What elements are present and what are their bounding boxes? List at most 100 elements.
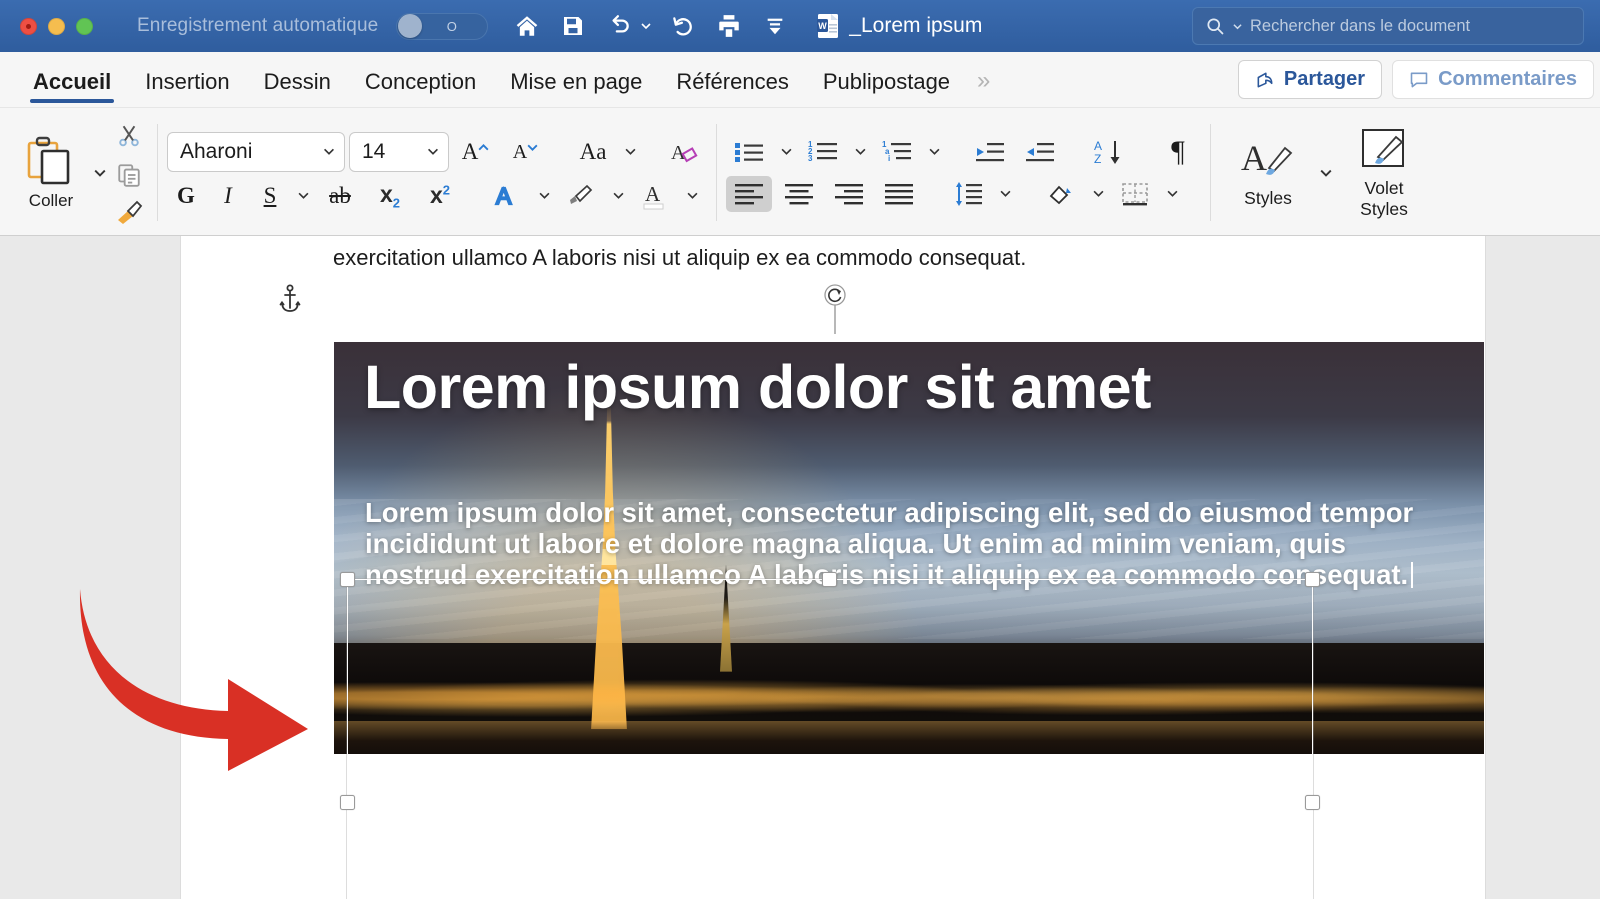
document-title: _Lorem ipsum (849, 14, 982, 38)
tab-mise-en-page[interactable]: Mise en page (493, 69, 659, 107)
autosave-toggle-state: O (422, 19, 487, 34)
borders-dropdown-icon[interactable] (1162, 177, 1182, 211)
bullets-dropdown-icon[interactable] (776, 135, 796, 169)
underline-button[interactable]: S (251, 178, 289, 214)
comment-icon (1409, 70, 1429, 90)
change-case-dropdown-icon[interactable] (620, 135, 640, 169)
home-icon[interactable] (512, 11, 542, 41)
document-page[interactable]: exercitation ullamco A laboris nisi ut a… (181, 236, 1485, 899)
undo-icon[interactable] (604, 11, 634, 41)
subscript-button[interactable]: x2 (367, 178, 413, 214)
decrease-indent-button[interactable] (967, 134, 1013, 170)
close-window-button[interactable] (20, 18, 37, 35)
align-center-button[interactable] (776, 176, 822, 212)
grow-font-button[interactable]: A (453, 134, 499, 170)
formatting-marks-button[interactable]: ¶ (1155, 134, 1201, 170)
superscript-button[interactable]: x2 (417, 178, 463, 214)
paste-label: Coller (29, 191, 73, 211)
styles-button[interactable]: A Styles (1220, 136, 1316, 208)
clear-formatting-icon: A (669, 138, 699, 166)
increase-indent-button[interactable] (1017, 134, 1063, 170)
line-spacing-icon (952, 181, 984, 207)
align-right-button[interactable] (826, 176, 872, 212)
search-input[interactable]: Rechercher dans le document (1250, 17, 1470, 36)
share-icon (1255, 70, 1275, 90)
tab-publipostage[interactable]: Publipostage (806, 69, 967, 107)
text-effects-dropdown-icon[interactable] (534, 179, 554, 213)
svg-text:A: A (645, 182, 661, 206)
tab-insertion[interactable]: Insertion (128, 69, 246, 107)
photo-bridge (334, 721, 1484, 754)
group-separator-2 (716, 124, 717, 221)
borders-button[interactable] (1112, 176, 1158, 212)
font-family-select[interactable]: Aharoni (167, 132, 345, 172)
customize-toolbar-icon[interactable] (760, 11, 790, 41)
underline-dropdown-icon[interactable] (293, 179, 313, 213)
text-cursor (1411, 562, 1413, 588)
line-spacing-dropdown-icon[interactable] (995, 177, 1015, 211)
document-image[interactable]: Lorem ipsum dolor sit amet Lorem ipsum d… (334, 342, 1484, 754)
multilevel-dropdown-icon[interactable] (924, 135, 944, 169)
styles-icon: A (1239, 136, 1297, 186)
bullets-button[interactable] (726, 134, 772, 170)
numbering-button[interactable]: 1 2 3 (800, 134, 846, 170)
paste-dropdown-icon[interactable] (90, 114, 110, 231)
search-scope-chevron-down-icon[interactable] (1232, 22, 1243, 31)
cut-button[interactable] (110, 118, 148, 154)
search-box[interactable]: Rechercher dans le document (1192, 7, 1584, 45)
highlight-dropdown-icon[interactable] (608, 179, 628, 213)
image-body-span: Lorem ipsum dolor sit amet, consectetur … (365, 497, 1413, 590)
tab-references[interactable]: Références (659, 69, 806, 107)
shrink-font-label: A (513, 142, 527, 162)
minimize-window-button[interactable] (48, 18, 65, 35)
numbering-dropdown-icon[interactable] (850, 135, 870, 169)
share-button[interactable]: Partager (1238, 60, 1382, 99)
chevron-down-icon (426, 146, 440, 157)
text-effects-button[interactable]: A (484, 178, 530, 214)
align-center-icon (783, 181, 815, 207)
font-color-button[interactable]: A (632, 178, 678, 214)
styles-pane-label-line2: Styles (1360, 199, 1408, 219)
svg-text:A: A (1094, 139, 1102, 153)
align-left-button[interactable] (726, 176, 772, 212)
tab-accueil[interactable]: Accueil (16, 69, 128, 107)
document-paragraph[interactable]: exercitation ullamco A laboris nisi ut a… (333, 245, 1026, 271)
highlight-button[interactable] (558, 178, 604, 214)
sort-button[interactable]: A Z (1086, 134, 1132, 170)
undo-dropdown-icon[interactable] (640, 21, 652, 31)
save-icon[interactable] (558, 11, 588, 41)
redo-icon[interactable] (668, 11, 698, 41)
shrink-font-button[interactable]: A (503, 134, 549, 170)
font-color-dropdown-icon[interactable] (682, 179, 702, 213)
document-canvas[interactable]: exercitation ullamco A laboris nisi ut a… (0, 236, 1600, 899)
copy-button[interactable] (110, 157, 148, 193)
italic-button[interactable]: I (209, 178, 247, 214)
more-tabs-icon[interactable]: » (967, 67, 998, 107)
font-size-select[interactable]: 14 (349, 132, 449, 172)
image-heading[interactable]: Lorem ipsum dolor sit amet (364, 356, 1394, 418)
window-controls[interactable] (20, 18, 93, 35)
autosave-toggle[interactable]: O (396, 13, 488, 40)
change-case-button[interactable]: Aa (570, 134, 616, 170)
multilevel-list-button[interactable]: 1 a i (874, 134, 920, 170)
strikethrough-button[interactable]: ab (317, 178, 363, 214)
styles-pane-button[interactable]: Volet Styles (1336, 126, 1432, 218)
print-icon[interactable] (714, 11, 744, 41)
tab-dessin[interactable]: Dessin (247, 69, 348, 107)
line-spacing-button[interactable] (945, 176, 991, 212)
shading-dropdown-icon[interactable] (1088, 177, 1108, 211)
tab-conception[interactable]: Conception (348, 69, 493, 107)
justify-button[interactable] (876, 176, 922, 212)
format-painter-button[interactable] (110, 195, 148, 231)
paste-button[interactable]: Coller (12, 114, 90, 231)
clear-formatting-button[interactable]: A (661, 134, 707, 170)
align-right-icon (833, 181, 865, 207)
image-body-text[interactable]: Lorem ipsum dolor sit amet, consectetur … (365, 498, 1436, 590)
styles-dropdown-icon[interactable] (1316, 143, 1336, 203)
rotate-handle[interactable] (822, 284, 848, 339)
maximize-window-button[interactable] (76, 18, 93, 35)
comments-button[interactable]: Commentaires (1392, 60, 1594, 99)
document-title-group[interactable]: W _Lorem ipsum (816, 13, 982, 39)
shading-button[interactable] (1038, 176, 1084, 212)
bold-button[interactable]: G (167, 178, 205, 214)
